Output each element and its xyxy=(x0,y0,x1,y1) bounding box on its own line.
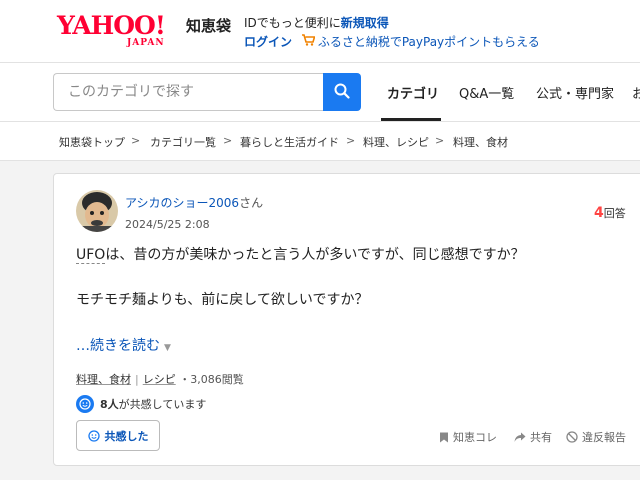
breadcrumb-separator: > xyxy=(131,134,141,147)
search-nav-bar: カテゴリ Q&A一覧 公式・専門家 お xyxy=(0,63,640,121)
logo-subtext: JAPAN xyxy=(127,38,165,48)
breadcrumb-item-life-guide[interactable]: 暮らしと生活ガイド xyxy=(240,134,339,150)
read-more-label: …続きを読む xyxy=(76,338,160,354)
share-label: 共有 xyxy=(530,431,552,444)
share-button[interactable]: 共有 xyxy=(514,429,552,445)
breadcrumb-item-category-list[interactable]: カテゴリ一覧 xyxy=(150,134,216,150)
tag-link-recipe[interactable]: レシピ xyxy=(143,373,176,386)
service-name[interactable]: 知恵袋 xyxy=(186,15,231,36)
empathy-button-label: 共感した xyxy=(104,429,149,443)
chevron-down-icon: ▼ xyxy=(164,343,171,353)
question-author[interactable]: アシカのショー2006さん xyxy=(125,194,263,211)
question-date: 2024/5/25 2:08 xyxy=(125,218,210,231)
breadcrumb-item-ingredients[interactable]: 料理、食材 xyxy=(453,134,508,150)
promo-signup-text: IDでもっと便利に xyxy=(244,16,341,30)
question-body-text-1: は、昔の方が美味かったと言う人が多いですが、同じ感想ですか？ xyxy=(105,247,525,263)
empathy-summary: 8人 が共感しています xyxy=(76,395,206,413)
nav-tab-more[interactable]: お xyxy=(632,83,640,102)
search-button[interactable] xyxy=(323,73,361,111)
breadcrumb-separator: > xyxy=(223,134,233,147)
prohibited-icon xyxy=(566,431,578,443)
view-count-value: 3,086閲覧 xyxy=(190,373,244,386)
breadcrumb-separator: > xyxy=(346,134,356,147)
category-search-input[interactable] xyxy=(53,73,325,111)
question-body-line-1: UFOは、昔の方が美味かったと言う人が多いですが、同じ感想ですか？ xyxy=(76,244,525,264)
site-header: YAHOO! JAPAN 知恵袋 IDでもっと便利に新規取得 ログイン ふるさと… xyxy=(0,0,640,62)
answer-count-number: 4 xyxy=(594,205,604,221)
save-label: 知恵コレ xyxy=(453,431,497,444)
signup-link[interactable]: 新規取得 xyxy=(341,16,389,30)
author-name: アシカのショー2006 xyxy=(125,196,240,210)
answer-count[interactable]: 4回答 xyxy=(594,205,626,221)
tag-divider: | xyxy=(135,373,139,386)
nav-tab-official-experts[interactable]: 公式・専門家 xyxy=(536,83,614,102)
avatar[interactable] xyxy=(76,190,118,232)
breadcrumb-item-top[interactable]: 知恵袋トップ xyxy=(59,134,125,150)
tag-link-ingredients[interactable]: 料理、食材 xyxy=(76,373,131,386)
smile-icon xyxy=(87,429,100,442)
breadcrumb: 知恵袋トップ > カテゴリ一覧 > 暮らしと生活ガイド > 料理、レシピ > 料… xyxy=(0,122,640,160)
yahoo-japan-logo[interactable]: YAHOO! JAPAN xyxy=(57,11,179,49)
search-icon xyxy=(334,83,350,102)
empathy-count: 8人 xyxy=(100,398,119,411)
read-more-link[interactable]: …続きを読む ▼ xyxy=(76,335,171,355)
question-tags: 料理、食材 | レシピ ・3,086閲覧 xyxy=(76,371,244,387)
share-icon xyxy=(514,432,526,442)
save-chiebukuro-button[interactable]: 知恵コレ xyxy=(439,429,497,445)
view-count: ・3,086閲覧 xyxy=(175,373,244,386)
logo-wordmark: YAHOO! xyxy=(57,11,166,40)
question-body-line-2: モチモチ麺よりも、前に戻して欲しいですか？ xyxy=(76,292,369,308)
nav-tab-category[interactable]: カテゴリ xyxy=(387,83,439,102)
breadcrumb-divider xyxy=(0,160,640,161)
breadcrumb-item-cooking-recipe[interactable]: 料理、レシピ xyxy=(363,134,429,150)
bookmark-icon xyxy=(440,432,448,442)
report-label: 違反報告 xyxy=(582,431,626,444)
promo-signup: IDでもっと便利に新規取得 xyxy=(244,14,389,31)
nav-tab-qa-list[interactable]: Q&A一覧 xyxy=(459,83,514,102)
cart-icon xyxy=(301,34,316,49)
answer-count-unit: 回答 xyxy=(603,207,626,220)
smile-icon xyxy=(76,395,94,413)
author-honorific: さん xyxy=(239,196,264,210)
login-link[interactable]: ログイン xyxy=(244,35,292,49)
empathy-button[interactable]: 共感した xyxy=(76,420,160,451)
empathy-text: が共感しています xyxy=(118,398,207,411)
furusato-promo-link[interactable]: ふるさと納税でPayPayポイントもらえる xyxy=(318,35,540,49)
question-card: アシカのショー2006さん 2024/5/25 2:08 4回答 UFOは、昔の… xyxy=(53,173,640,466)
report-button[interactable]: 違反報告 xyxy=(566,429,626,445)
breadcrumb-separator: > xyxy=(435,134,445,147)
keyword-term[interactable]: UFO xyxy=(76,247,106,264)
promo-login-row: ログイン ふるさと納税でPayPayポイントもらえる xyxy=(244,33,540,50)
